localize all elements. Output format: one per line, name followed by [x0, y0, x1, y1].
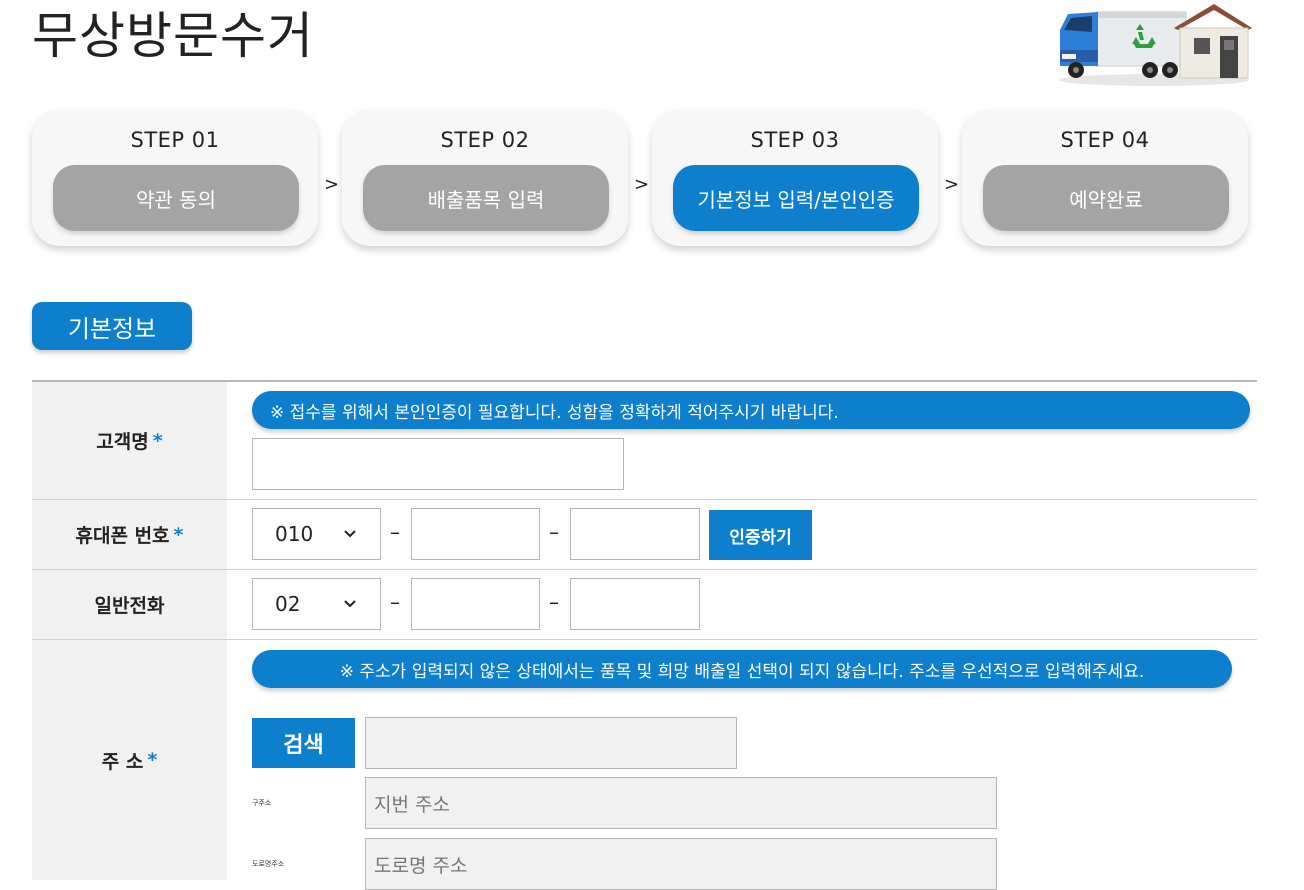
- step-card-3: STEP 03 기본정보 입력/본인인증: [652, 110, 938, 246]
- address-notice: ※ 주소가 입력되지 않은 상태에서는 품목 및 희망 배출일 선택이 되지 않…: [252, 650, 1232, 688]
- name-input[interactable]: [252, 438, 624, 490]
- dash-separator: –: [390, 590, 400, 614]
- phone-last-input[interactable]: [570, 578, 700, 630]
- form-row-phone: 일반전화 02 – –: [32, 570, 1257, 640]
- step-separator: >: [944, 174, 960, 195]
- step-progress: STEP 01 약관 동의 > STEP 02 배출품목 입력 > STEP 0…: [32, 110, 1256, 250]
- step-number: STEP 02: [440, 128, 530, 152]
- road-address-field[interactable]: 도로명 주소: [365, 838, 997, 890]
- name-notice: ※ 접수를 위해서 본인인증이 필요합니다. 성함을 정확하게 적어주시기 바랍…: [252, 391, 1250, 429]
- road-tag: 도로명주소: [252, 860, 285, 868]
- step-card-2: STEP 02 배출품목 입력: [342, 110, 628, 246]
- mobile-prefix-select[interactable]: 010: [252, 508, 381, 560]
- jibun-address-field[interactable]: 지번 주소: [365, 777, 997, 829]
- form-row-name: 고객명 * ※ 접수를 위해서 본인인증이 필요합니다. 성함을 정확하게 적어주…: [32, 382, 1257, 500]
- phone-prefix-select[interactable]: 02: [252, 578, 381, 630]
- mobile-last-input[interactable]: [570, 508, 700, 560]
- field-label: 휴대폰 번호 *: [32, 500, 227, 569]
- dash-separator: –: [549, 520, 559, 544]
- step-card-4: STEP 04 예약완료: [962, 110, 1248, 246]
- step-label-complete[interactable]: 예약완료: [983, 165, 1229, 231]
- field-label: 일반전화: [32, 570, 227, 639]
- chevron-down-icon: [344, 530, 356, 538]
- postcode-field[interactable]: [365, 717, 737, 769]
- page-title: 무상방문수거: [32, 7, 314, 65]
- mobile-prefix-value: 010: [275, 522, 314, 546]
- verify-button[interactable]: 인증하기: [709, 510, 812, 560]
- jibun-tag: 구주소: [252, 799, 272, 807]
- step-label-basic-info[interactable]: 기본정보 입력/본인인증: [673, 165, 919, 231]
- required-mark: *: [173, 523, 184, 546]
- form-row-mobile: 휴대폰 번호 * 010 – – 인증하기: [32, 500, 1257, 570]
- phone-label: 일반전화: [94, 595, 165, 617]
- name-label: 고객명: [96, 431, 149, 453]
- dash-separator: –: [549, 590, 559, 614]
- chevron-down-icon: [344, 600, 356, 608]
- address-search-button[interactable]: 검색: [252, 718, 355, 768]
- step-label-terms[interactable]: 약관 동의: [53, 165, 299, 231]
- step-number: STEP 04: [1060, 128, 1150, 152]
- required-mark: *: [152, 429, 163, 452]
- field-label: 주 소 *: [32, 640, 227, 880]
- address-label: 주 소: [101, 750, 144, 773]
- truck-house-illustration: [1059, 4, 1252, 86]
- form-row-address: 주 소 * ※ 주소가 입력되지 않은 상태에서는 품목 및 희망 배출일 선택이…: [32, 640, 1257, 890]
- field-label: 고객명 *: [32, 382, 227, 499]
- step-separator: >: [634, 174, 650, 195]
- section-title: 기본정보: [32, 302, 192, 350]
- mobile-middle-input[interactable]: [411, 508, 540, 560]
- step-label-items[interactable]: 배출품목 입력: [363, 165, 609, 231]
- step-separator: >: [324, 174, 340, 195]
- required-mark: *: [147, 749, 158, 771]
- mobile-label: 휴대폰 번호: [75, 525, 170, 547]
- step-number: STEP 01: [130, 128, 220, 152]
- dash-separator: –: [390, 520, 400, 544]
- step-number: STEP 03: [750, 128, 840, 152]
- phone-middle-input[interactable]: [411, 578, 540, 630]
- phone-prefix-value: 02: [275, 592, 301, 616]
- step-card-1: STEP 01 약관 동의: [32, 110, 318, 246]
